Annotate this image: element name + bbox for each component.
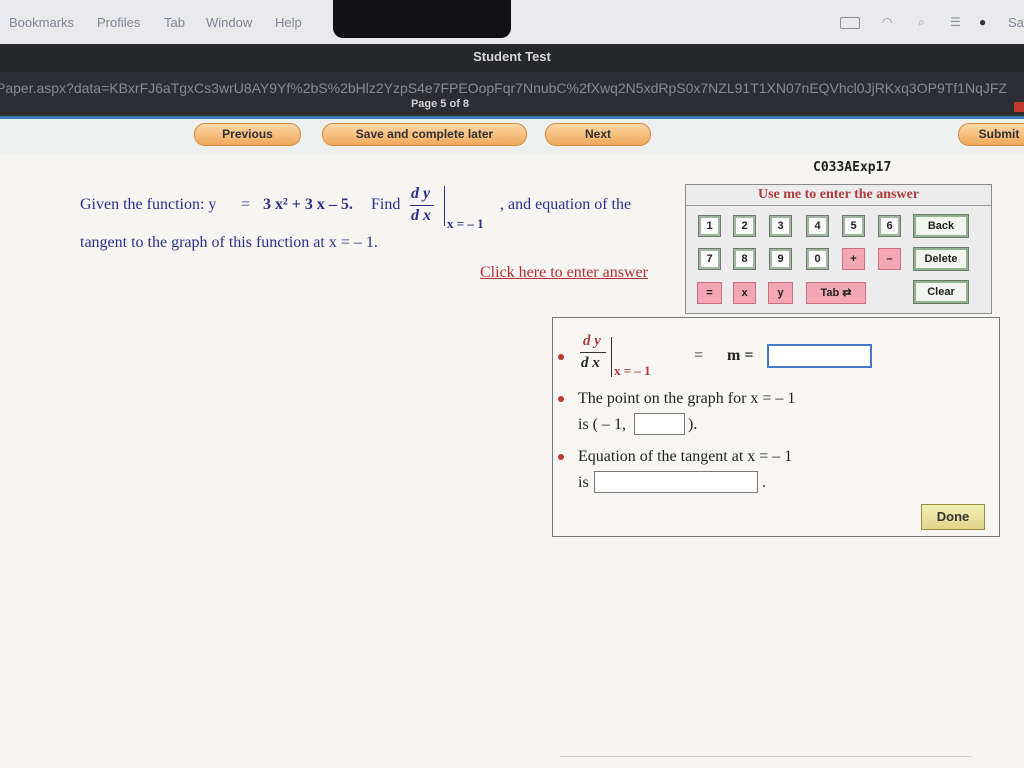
key-9[interactable]: 9 (769, 248, 792, 270)
menu-bookmarks[interactable]: Bookmarks (9, 15, 74, 30)
key-equals[interactable]: = (697, 282, 722, 304)
question-find: Find (371, 196, 401, 213)
siri-icon[interactable]: ● (979, 15, 986, 29)
key-1[interactable]: 1 (698, 215, 721, 237)
search-icon[interactable]: ⌕ (918, 15, 925, 30)
next-button[interactable]: Next (545, 123, 651, 146)
point-label: The point on the graph for x = – 1 (578, 390, 796, 407)
camera-notch (333, 0, 511, 38)
control-center-icon[interactable]: ☰ (950, 15, 961, 29)
question-id: C033AExp17 (813, 160, 892, 175)
tangent-equation-input[interactable] (594, 471, 758, 493)
delete-button[interactable]: Delete (913, 247, 969, 271)
previous-button[interactable]: Previous (194, 123, 301, 146)
fraction-dx: d x (411, 207, 431, 224)
back-button[interactable]: Back (913, 214, 969, 238)
eval-at: x = – 1 (447, 216, 484, 231)
done-button[interactable]: Done (921, 504, 985, 530)
question-prefix: Given the function: y (80, 196, 217, 213)
point-prefix: is ( – 1, (578, 416, 626, 433)
battery-icon[interactable] (840, 17, 860, 29)
fraction-line (410, 205, 434, 206)
submit-button[interactable]: Submit (958, 123, 1024, 146)
key-y[interactable]: y (768, 282, 793, 304)
menu-tab[interactable]: Tab (164, 15, 185, 30)
point-y-input[interactable] (634, 413, 685, 435)
answer-m-label: m = (727, 347, 754, 364)
question-equals: = (241, 196, 251, 213)
url-text[interactable]: Paper.aspx?data=KBxrFJ6aTgxCs3wrU8AY9Yf%… (0, 80, 1007, 96)
key-2[interactable]: 2 (733, 215, 756, 237)
bullet-slope (558, 354, 564, 360)
menu-window[interactable]: Window (206, 15, 252, 30)
tangent-prefix: is (578, 474, 589, 491)
answer-dy: d y (583, 333, 601, 349)
slope-input[interactable] (767, 344, 872, 368)
key-minus[interactable]: – (878, 248, 901, 270)
os-menubar: Bookmarks Profiles Tab Window Help ◠ ⌕ ☰… (0, 0, 1024, 44)
key-4[interactable]: 4 (806, 215, 829, 237)
page-indicator: Page 5 of 8 (410, 98, 470, 110)
clear-button[interactable]: Clear (913, 280, 969, 304)
fraction-dy: d y (411, 185, 431, 202)
question-line2: tangent to the graph of this function at… (80, 234, 378, 251)
save-later-button[interactable]: Save and complete later (322, 123, 527, 146)
tangent-label: Equation of the tangent at x = – 1 (578, 448, 793, 465)
key-5[interactable]: 5 (842, 215, 865, 237)
key-7[interactable]: 7 (698, 248, 721, 270)
url-bar: Paper.aspx?data=KBxrFJ6aTgxCs3wrU8AY9Yf%… (0, 72, 1024, 116)
bullet-tangent (558, 454, 564, 460)
key-3[interactable]: 3 (769, 215, 792, 237)
point-suffix: ). (688, 416, 698, 433)
answer-eval-bar (611, 337, 612, 377)
question-suffix: and equation of the (508, 196, 632, 213)
answer-eval-at: x = – 1 (614, 363, 651, 378)
key-x[interactable]: x (733, 282, 756, 304)
question-comma: , (500, 196, 504, 213)
menu-profiles[interactable]: Profiles (97, 15, 140, 30)
evaluation-bar (444, 186, 445, 226)
footer-divider (560, 756, 972, 757)
keypad-title: Use me to enter the answer (686, 185, 991, 206)
tangent-suffix: . (762, 474, 766, 491)
bullet-point (558, 396, 564, 402)
question-expression: 3 x² + 3 x – 5. (263, 196, 353, 213)
key-plus[interactable]: + (842, 248, 865, 270)
answer-dx: d x (581, 355, 600, 371)
clock[interactable]: Sa (1008, 15, 1024, 30)
window-title: Student Test (0, 44, 1024, 72)
key-tab[interactable]: Tab ⇄ (806, 282, 866, 304)
enter-answer-link[interactable]: Click here to enter answer (480, 264, 648, 282)
key-0[interactable]: 0 (806, 248, 829, 270)
key-8[interactable]: 8 (733, 248, 756, 270)
error-indicator (1014, 102, 1024, 112)
test-navbar: Previous Save and complete later Next Su… (0, 116, 1024, 158)
menu-help[interactable]: Help (275, 15, 302, 30)
key-6[interactable]: 6 (878, 215, 901, 237)
answer-slope-equals: = (694, 347, 704, 364)
wifi-icon[interactable]: ◠ (882, 15, 892, 29)
answer-fraction-line (580, 352, 606, 353)
